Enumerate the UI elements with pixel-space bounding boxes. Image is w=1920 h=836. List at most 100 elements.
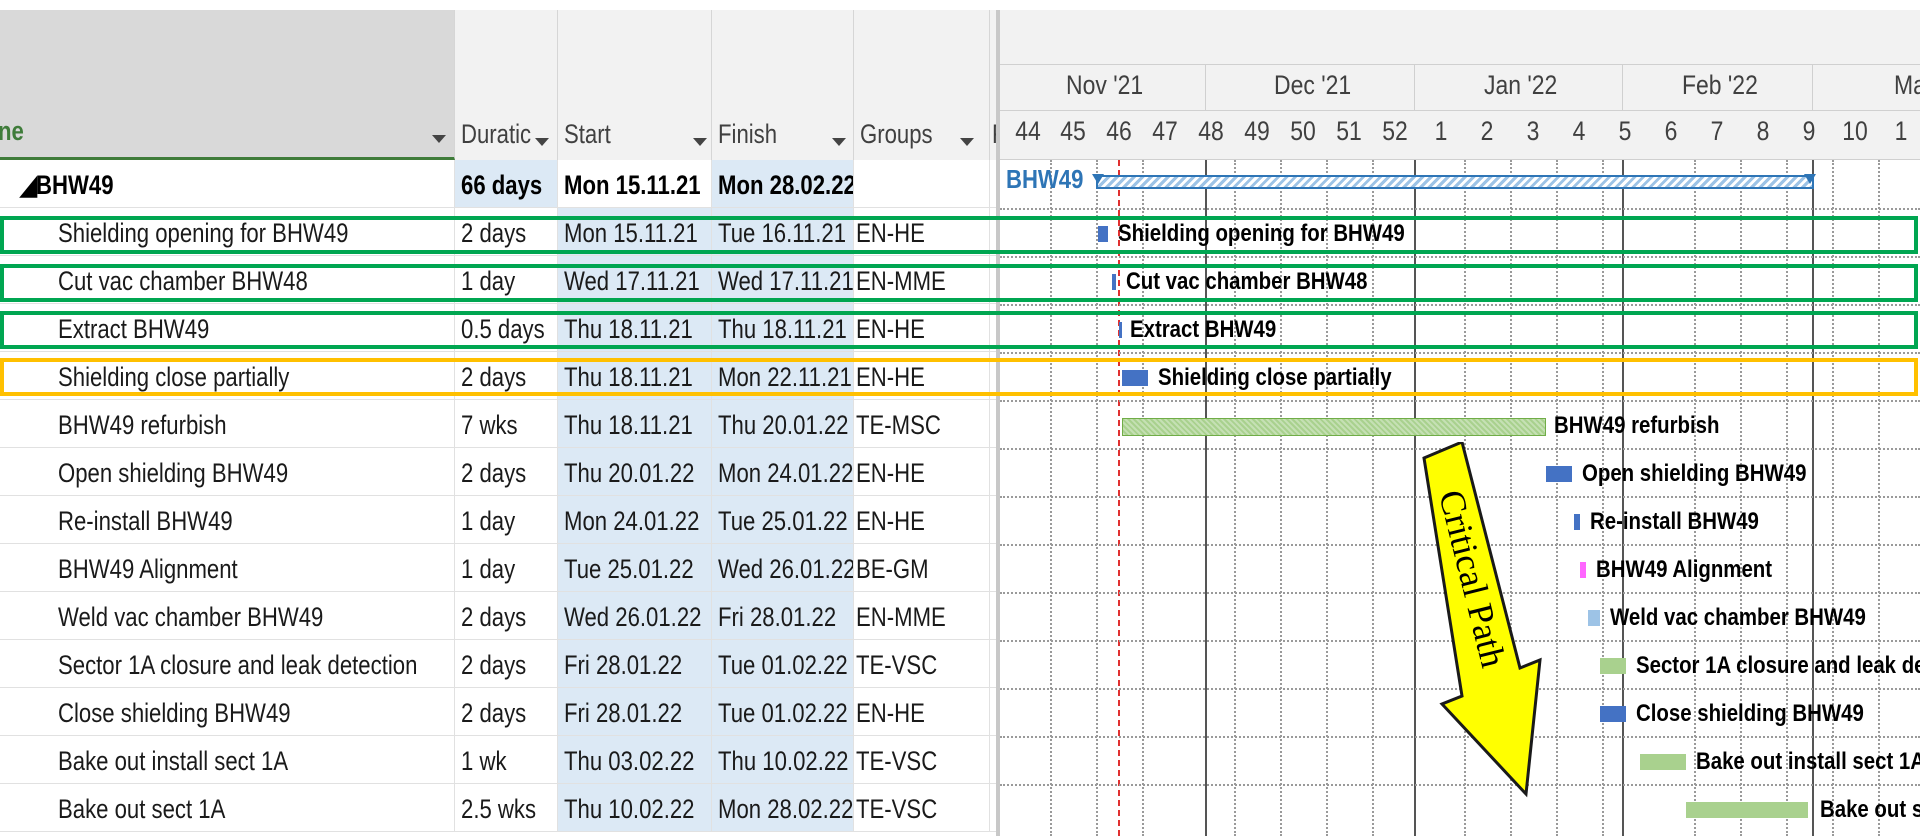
task-finish-cell[interactable]: Wed 17.11.21 [712, 256, 854, 304]
task-start-cell[interactable]: Mon 24.01.22 [558, 496, 712, 544]
task-duration-cell[interactable]: 2.5 wks [455, 784, 558, 832]
summary-group-cell[interactable] [854, 160, 990, 208]
task-start-cell[interactable]: Wed 17.11.21 [558, 256, 712, 304]
column-header-finish[interactable]: Finish [712, 10, 854, 160]
task-finish-cell[interactable]: Tue 16.11.21 [712, 208, 854, 256]
task-finish-cell[interactable]: Thu 10.02.22 [712, 736, 854, 784]
task-group-cell[interactable]: EN-HE [854, 496, 990, 544]
task-name-cell[interactable]: Weld vac chamber BHW49 [0, 592, 455, 640]
summary-finish-cell[interactable]: Mon 28.02.22 [712, 160, 854, 208]
chevron-down-icon[interactable] [832, 138, 846, 146]
task-bar[interactable] [1600, 658, 1626, 674]
task-duration-cell[interactable]: 1 day [455, 256, 558, 304]
week-gridline [1878, 160, 1880, 836]
collapse-triangle-icon[interactable]: ◢ [20, 170, 37, 201]
task-start-cell[interactable]: Thu 18.11.21 [558, 304, 712, 352]
task-name-cell[interactable]: BHW49 Alignment [0, 544, 455, 592]
task-finish-cell[interactable]: Mon 22.11.21 [712, 352, 854, 400]
task-start-cell[interactable]: Fri 28.01.22 [558, 640, 712, 688]
task-start-cell[interactable]: Tue 25.01.22 [558, 544, 712, 592]
row-gridline [1000, 352, 1920, 354]
task-bar-label: Bake out install sect 1A [1696, 748, 1920, 775]
task-group-cell[interactable]: TE-MSC [854, 400, 990, 448]
task-group-cell[interactable]: TE-VSC [854, 736, 990, 784]
timescale-week: 10 [1842, 116, 1868, 146]
task-bar[interactable] [1600, 706, 1626, 722]
task-bar[interactable] [1122, 418, 1546, 436]
chevron-down-icon[interactable] [432, 135, 446, 143]
task-name-cell[interactable]: Sector 1A closure and leak detection [0, 640, 455, 688]
summary-start-cell[interactable]: Mon 15.11.21 [558, 160, 712, 208]
task-name-cell[interactable]: Extract BHW49 [0, 304, 455, 352]
column-header-start[interactable]: Start [558, 10, 712, 160]
chevron-down-icon[interactable] [535, 138, 549, 146]
task-duration-cell[interactable]: 2 days [455, 208, 558, 256]
task-duration-cell[interactable]: 2 days [455, 688, 558, 736]
task-bar[interactable] [1640, 754, 1686, 770]
task-start-cell[interactable]: Fri 28.01.22 [558, 688, 712, 736]
task-bar[interactable] [1686, 802, 1808, 818]
task-finish-cell[interactable]: Tue 01.02.22 [712, 688, 854, 736]
task-bar[interactable] [1122, 370, 1148, 386]
task-name-cell[interactable]: Shielding close partially [0, 352, 455, 400]
task-duration-cell[interactable]: 7 wks [455, 400, 558, 448]
task-bar[interactable] [1588, 610, 1600, 626]
row-gridline [1000, 400, 1920, 402]
task-start-cell[interactable]: Thu 20.01.22 [558, 448, 712, 496]
task-duration-cell[interactable]: 2 days [455, 592, 558, 640]
task-start-cell[interactable]: Thu 18.11.21 [558, 352, 712, 400]
task-start-cell[interactable]: Wed 26.01.22 [558, 592, 712, 640]
task-finish-cell[interactable]: Tue 01.02.22 [712, 640, 854, 688]
task-start-cell[interactable]: Mon 15.11.21 [558, 208, 712, 256]
task-bar[interactable] [1098, 226, 1108, 242]
task-group-cell[interactable]: TE-VSC [854, 640, 990, 688]
task-finish-cell[interactable]: Wed 26.01.22 [712, 544, 854, 592]
task-bar[interactable] [1580, 562, 1586, 578]
task-group-cell[interactable]: EN-HE [854, 688, 990, 736]
task-duration-cell[interactable]: 1 wk [455, 736, 558, 784]
task-duration-cell[interactable]: 1 day [455, 496, 558, 544]
task-finish-cell[interactable]: Mon 28.02.22 [712, 784, 854, 832]
chevron-down-icon[interactable] [960, 138, 974, 146]
task-duration-cell[interactable]: 1 day [455, 544, 558, 592]
task-bar[interactable] [1574, 514, 1580, 530]
summary-duration-cell[interactable]: 66 days [455, 160, 558, 208]
task-group-cell[interactable]: EN-MME [854, 256, 990, 304]
task-group-cell[interactable]: BE-GM [854, 544, 990, 592]
task-start-cell[interactable]: Thu 03.02.22 [558, 736, 712, 784]
task-group-cell[interactable]: EN-MME [854, 592, 990, 640]
task-name-cell[interactable]: Open shielding BHW49 [0, 448, 455, 496]
task-group-cell[interactable]: EN-HE [854, 208, 990, 256]
column-header-duration[interactable]: Duratic [455, 10, 558, 160]
timescale-week: 1 [1434, 116, 1448, 146]
task-name-cell[interactable]: Bake out install sect 1A [0, 736, 455, 784]
task-start-cell[interactable]: Thu 10.02.22 [558, 784, 712, 832]
task-name-cell[interactable]: Shielding opening for BHW49 [0, 208, 455, 256]
task-name-cell[interactable]: Cut vac chamber BHW48 [0, 256, 455, 304]
task-finish-cell[interactable]: Tue 25.01.22 [712, 496, 854, 544]
task-bar[interactable] [1119, 322, 1122, 338]
task-start-cell[interactable]: Thu 18.11.21 [558, 400, 712, 448]
column-header-groups[interactable]: Groups [854, 10, 990, 160]
task-finish-cell[interactable]: Thu 20.01.22 [712, 400, 854, 448]
column-header-name[interactable]: ne [0, 10, 455, 160]
task-duration-cell[interactable]: 2 days [455, 448, 558, 496]
chevron-down-icon[interactable] [693, 138, 707, 146]
task-finish-cell[interactable]: Fri 28.01.22 [712, 592, 854, 640]
task-bar[interactable] [1112, 274, 1116, 290]
task-finish-cell[interactable]: Mon 24.01.22 [712, 448, 854, 496]
task-group-cell[interactable]: EN-HE [854, 448, 990, 496]
summary-bar[interactable] [1096, 175, 1814, 189]
task-group-cell[interactable]: EN-HE [854, 304, 990, 352]
task-duration-cell[interactable]: 2 days [455, 640, 558, 688]
task-group-cell[interactable]: EN-HE [854, 352, 990, 400]
task-name-cell[interactable]: Close shielding BHW49 [0, 688, 455, 736]
task-duration-cell[interactable]: 0.5 days [455, 304, 558, 352]
task-finish-cell[interactable]: Thu 18.11.21 [712, 304, 854, 352]
task-name-cell[interactable]: BHW49 refurbish [0, 400, 455, 448]
task-duration-cell[interactable]: 2 days [455, 352, 558, 400]
task-name-cell[interactable]: Bake out sect 1A [0, 784, 455, 832]
task-name-cell[interactable]: Re-install BHW49 [0, 496, 455, 544]
summary-name-cell[interactable]: ◢ BHW49 [0, 160, 455, 208]
task-group-cell[interactable]: TE-VSC [854, 784, 990, 832]
